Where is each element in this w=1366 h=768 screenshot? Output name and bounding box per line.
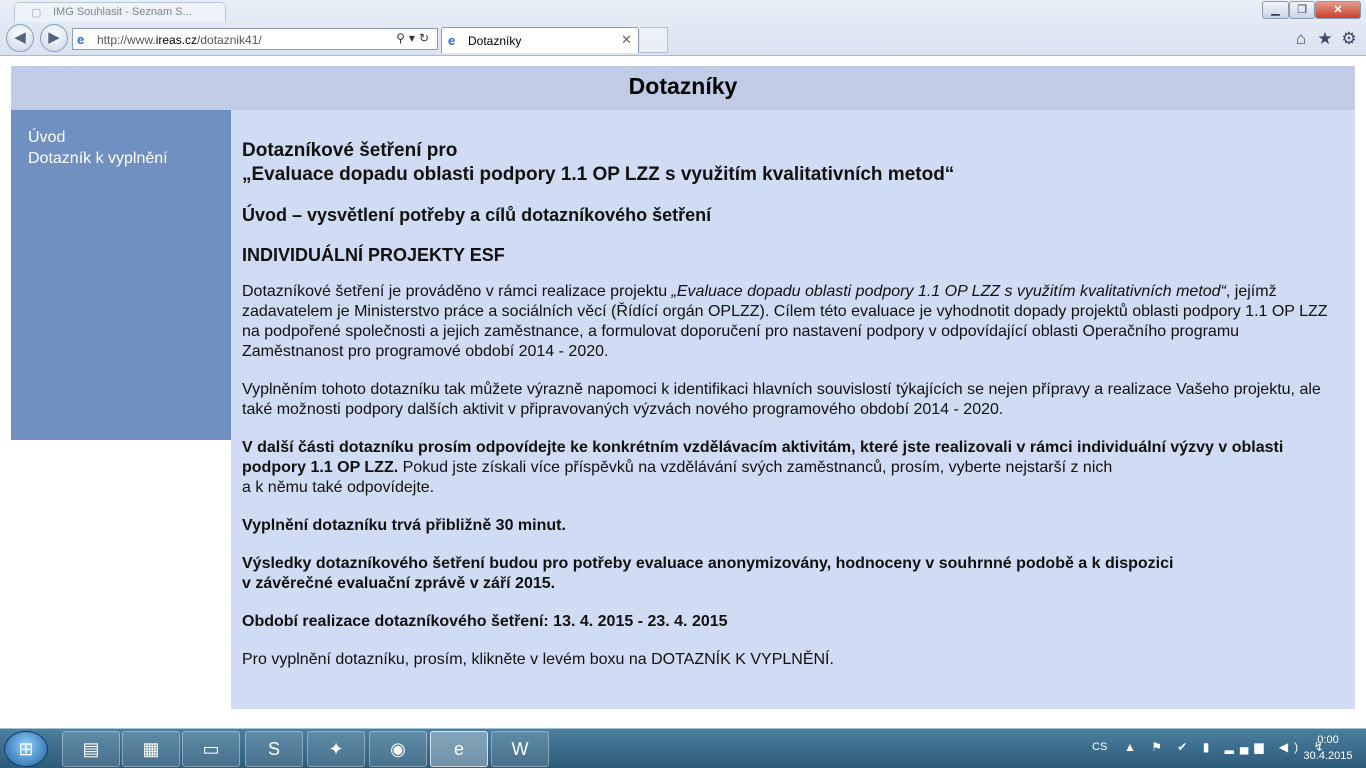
scanner-icon: ▭ bbox=[202, 739, 220, 759]
paragraph-period: Období realizace dotazníkového šetření: … bbox=[242, 613, 728, 630]
tab-title: Dotazníky bbox=[468, 34, 522, 48]
maximize-button[interactable]: ❐ bbox=[1289, 1, 1315, 19]
background-window-tab[interactable]: ▢ IMG Souhlasit - Seznam S... bbox=[14, 2, 226, 22]
taskbar-compass[interactable]: ✦ bbox=[307, 731, 365, 767]
p1-start: Dotazníkové šetření je prováděno v rámci… bbox=[242, 283, 672, 300]
firefox-icon: ◉ bbox=[390, 739, 406, 759]
page-icon: ▢ bbox=[31, 7, 42, 19]
compass-icon: ✦ bbox=[328, 739, 344, 759]
clock-date[interactable]: 30.4.2015 bbox=[1294, 750, 1362, 762]
minimize-button[interactable]: ▁ bbox=[1262, 1, 1289, 19]
sidebar-item-uvod[interactable]: Úvod bbox=[28, 127, 231, 148]
forward-button[interactable]: ▶ bbox=[40, 24, 68, 52]
language-indicator[interactable]: CS bbox=[1092, 741, 1107, 753]
project-name: „Evaluace dopadu oblasti podpory 1.1 OP … bbox=[671, 283, 1226, 300]
ie-favicon-icon: e bbox=[77, 32, 85, 47]
start-button[interactable]: ⊞ bbox=[4, 731, 48, 767]
heading-line-1: Dotazníkové šetření pro bbox=[242, 140, 458, 161]
favorites-star-icon[interactable]: ★ bbox=[1314, 28, 1336, 50]
back-button[interactable]: ◀ bbox=[6, 24, 34, 52]
results-line-2: v závěrečné evaluační zprávě v září 2015… bbox=[242, 575, 556, 592]
paragraph-purpose: Vyplněním tohoto dotazníku tak můžete vý… bbox=[242, 381, 1321, 418]
paragraph-results: Výsledky dotazníkového šetření budou pro… bbox=[242, 554, 1343, 594]
clock-time[interactable]: 0:00 bbox=[1308, 734, 1348, 746]
address-bar[interactable]: e http://www.ireas.cz/dotaznik41/ ⚲▾↻ bbox=[72, 28, 438, 50]
content-heading: Dotazníkové šetření pro „Evaluace dopadu… bbox=[242, 139, 1343, 187]
system-tray: CS ▲ ⚑ ✔ ▮ ▂▄▆ ◀) ↯ 0:00 30.4.2015 bbox=[1086, 729, 1366, 768]
search-refresh-icons[interactable]: ⚲▾↻ bbox=[396, 31, 433, 45]
windows-logo-icon: ⊞ bbox=[18, 739, 34, 759]
intro-subheading: Úvod – vysvětlení potřeby a cílů dotazní… bbox=[242, 205, 712, 225]
close-tab-icon[interactable]: ✕ bbox=[621, 32, 632, 48]
url-path: /dotaznik41/ bbox=[197, 33, 262, 47]
page-viewport: Dotazníky Úvod Dotazník k vyplnění Dotaz… bbox=[0, 57, 1366, 728]
sidebar: Úvod Dotazník k vyplnění bbox=[11, 110, 231, 440]
home-icon[interactable]: ⌂ bbox=[1290, 28, 1312, 50]
taskbar-firefox[interactable]: ◉ bbox=[369, 731, 427, 767]
close-window-button[interactable]: ✕ bbox=[1315, 1, 1361, 19]
skype-icon: S bbox=[267, 739, 280, 759]
word-icon: W bbox=[511, 739, 529, 759]
url-prefix: http://www. bbox=[97, 33, 156, 47]
gear-icon[interactable]: ⚙ bbox=[1338, 28, 1360, 50]
sidebar-item-dotaznik[interactable]: Dotazník k vyplnění bbox=[28, 148, 231, 169]
ie-favicon-icon: e bbox=[448, 33, 456, 48]
paragraph-call-to-action: Pro vyplnění dotazníku, prosím, klikněte… bbox=[242, 651, 834, 668]
taskbar: ⊞ ▤ ▦ ▭ S ✦ ◉ e W CS ▲ ⚑ ✔ ▮ ▂▄▆ ◀) ↯ 0:… bbox=[0, 728, 1366, 768]
paragraph-instructions: V další části dotazníku prosím odpovídej… bbox=[242, 438, 1343, 498]
paragraph-project: Dotazníkové šetření je prováděno v rámci… bbox=[242, 282, 1343, 362]
taskbar-calculator[interactable]: ▦ bbox=[122, 731, 180, 767]
folder-icon: ▤ bbox=[82, 739, 100, 759]
instructions-normal-2: a k němu také odpovídejte. bbox=[242, 479, 435, 496]
taskbar-scanner[interactable]: ▭ bbox=[182, 731, 240, 767]
arrow-right-icon: ▶ bbox=[48, 29, 60, 46]
url-domain: ireas.cz bbox=[155, 33, 198, 47]
background-tab-title: IMG Souhlasit - Seznam S... bbox=[53, 6, 192, 18]
heading-line-2: „Evaluace dopadu oblasti podpory 1.1 OP … bbox=[242, 164, 955, 185]
taskbar-word[interactable]: W bbox=[491, 731, 549, 767]
taskbar-explorer[interactable]: ▤ bbox=[62, 731, 120, 767]
taskbar-skype[interactable]: S bbox=[245, 731, 303, 767]
tab-dotazniky[interactable]: e Dotazníky ✕ bbox=[441, 27, 639, 53]
page-title: Dotazníky bbox=[628, 73, 738, 99]
address-url[interactable]: http://www.ireas.cz/dotaznik41/ bbox=[97, 33, 262, 47]
section-title: INDIVIDUÁLNÍ PROJEKTY ESF bbox=[242, 245, 505, 265]
browser-chrome: ▢ IMG Souhlasit - Seznam S... ▁ ❐ ✕ ◀ ▶ … bbox=[0, 0, 1366, 56]
calculator-icon: ▦ bbox=[142, 739, 160, 759]
new-tab-button[interactable] bbox=[640, 27, 668, 53]
instructions-normal-1: Pokud jste získali více příspěvků na vzd… bbox=[398, 459, 1113, 476]
taskbar-internet-explorer[interactable]: e bbox=[430, 731, 488, 767]
ie-icon: e bbox=[453, 739, 464, 759]
paragraph-duration: Vyplnění dotazníku trvá přibližně 30 min… bbox=[242, 517, 566, 534]
arrow-left-icon: ◀ bbox=[14, 29, 26, 46]
main-content: Dotazníkové šetření pro „Evaluace dopadu… bbox=[231, 110, 1355, 709]
results-line-1: Výsledky dotazníkového šetření budou pro… bbox=[242, 555, 1174, 572]
page-header: Dotazníky bbox=[11, 66, 1355, 110]
